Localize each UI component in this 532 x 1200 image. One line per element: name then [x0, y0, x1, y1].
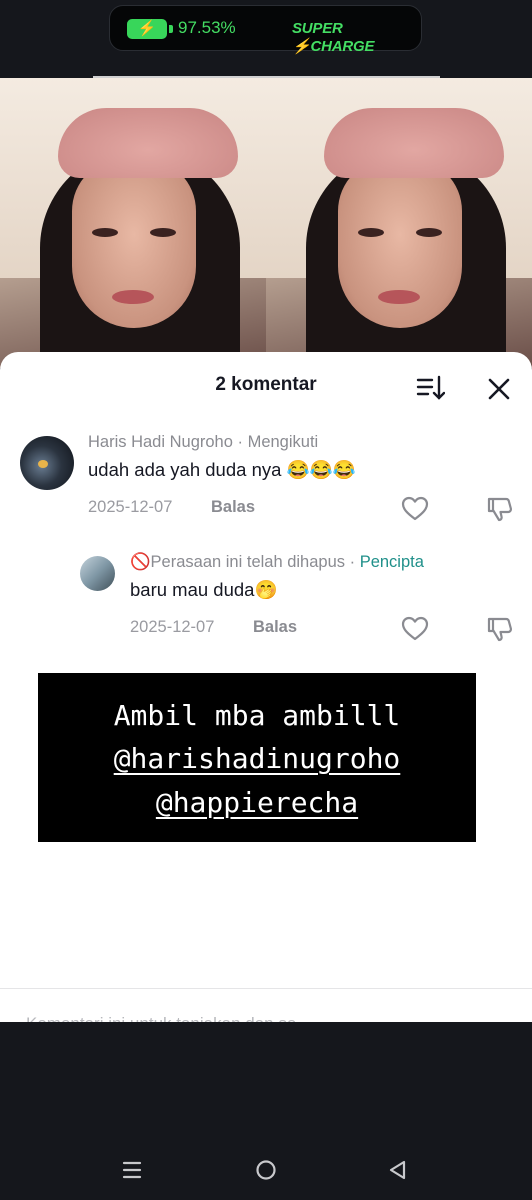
- comments-title: 2 komentar: [215, 374, 317, 395]
- reply-date: 2025-12-07: [130, 618, 215, 636]
- avatar[interactable]: [80, 556, 115, 591]
- caption-overlay: Ambil mba ambilll @harishadinugroho @hap…: [38, 673, 476, 842]
- reply-author[interactable]: 🚫Perasaan ini telah dihapus: [130, 553, 345, 571]
- heart-icon[interactable]: [401, 496, 429, 522]
- super-charge-label: SUPER ⚡CHARGE: [292, 20, 375, 55]
- comment-date: 2025-12-07: [88, 498, 173, 516]
- mention-happierecha[interactable]: @happierecha: [38, 786, 476, 819]
- comments-sheet: 2 komentar Haris Hadi Nugroho · Mengikut…: [0, 352, 532, 1022]
- thumbs-down-icon[interactable]: [486, 615, 514, 643]
- comment-text: udah ada yah duda nya 😂😂😂: [88, 459, 356, 480]
- close-icon[interactable]: [484, 374, 514, 404]
- heart-icon[interactable]: [401, 616, 429, 642]
- reply-button[interactable]: Balas: [253, 618, 297, 637]
- mention-harishadinugroho[interactable]: @harishadinugroho: [38, 742, 476, 775]
- video-image-right: [266, 78, 532, 368]
- mention-link[interactable]: @harishadinugroho: [114, 742, 401, 775]
- divider: [0, 988, 532, 989]
- charging-bolt-icon: ⚡: [137, 20, 157, 37]
- reply-author-line: 🚫Perasaan ini telah dihapus · Pencipta: [130, 553, 424, 572]
- menu-icon[interactable]: [121, 1160, 143, 1180]
- status-bar: ⚡ 97.53% SUPER ⚡CHARGE: [0, 0, 532, 78]
- video-frame[interactable]: [0, 78, 532, 368]
- follow-status: · Mengikuti: [237, 433, 319, 451]
- comment-author[interactable]: Haris Hadi Nugroho: [88, 433, 233, 451]
- battery-icon: ⚡: [127, 19, 167, 39]
- reply-text: baru mau duda🤭: [130, 579, 278, 600]
- battery-pill: ⚡ 97.53% SUPER ⚡CHARGE: [109, 5, 422, 55]
- video-image-left: [0, 78, 266, 368]
- sort-icon[interactable]: [415, 374, 445, 402]
- separator-dot: ·: [345, 553, 360, 571]
- system-nav-bar: [0, 1022, 532, 1200]
- back-icon[interactable]: [387, 1159, 409, 1181]
- mention-link[interactable]: @happierecha: [156, 786, 358, 819]
- avatar[interactable]: [20, 436, 74, 490]
- comment-author-line: Haris Hadi Nugroho · Mengikuti: [88, 433, 318, 452]
- caption-line: Ambil mba ambilll: [113, 699, 401, 732]
- home-icon[interactable]: [255, 1159, 277, 1181]
- battery-tip: [169, 25, 173, 33]
- comment-input-placeholder[interactable]: Komentari ini untuk tanjakan dan se...: [26, 1014, 310, 1022]
- battery-percent: 97.53%: [178, 18, 236, 37]
- reply-button[interactable]: Balas: [211, 498, 255, 517]
- thumbs-down-icon[interactable]: [486, 495, 514, 523]
- creator-badge: Pencipta: [359, 553, 424, 571]
